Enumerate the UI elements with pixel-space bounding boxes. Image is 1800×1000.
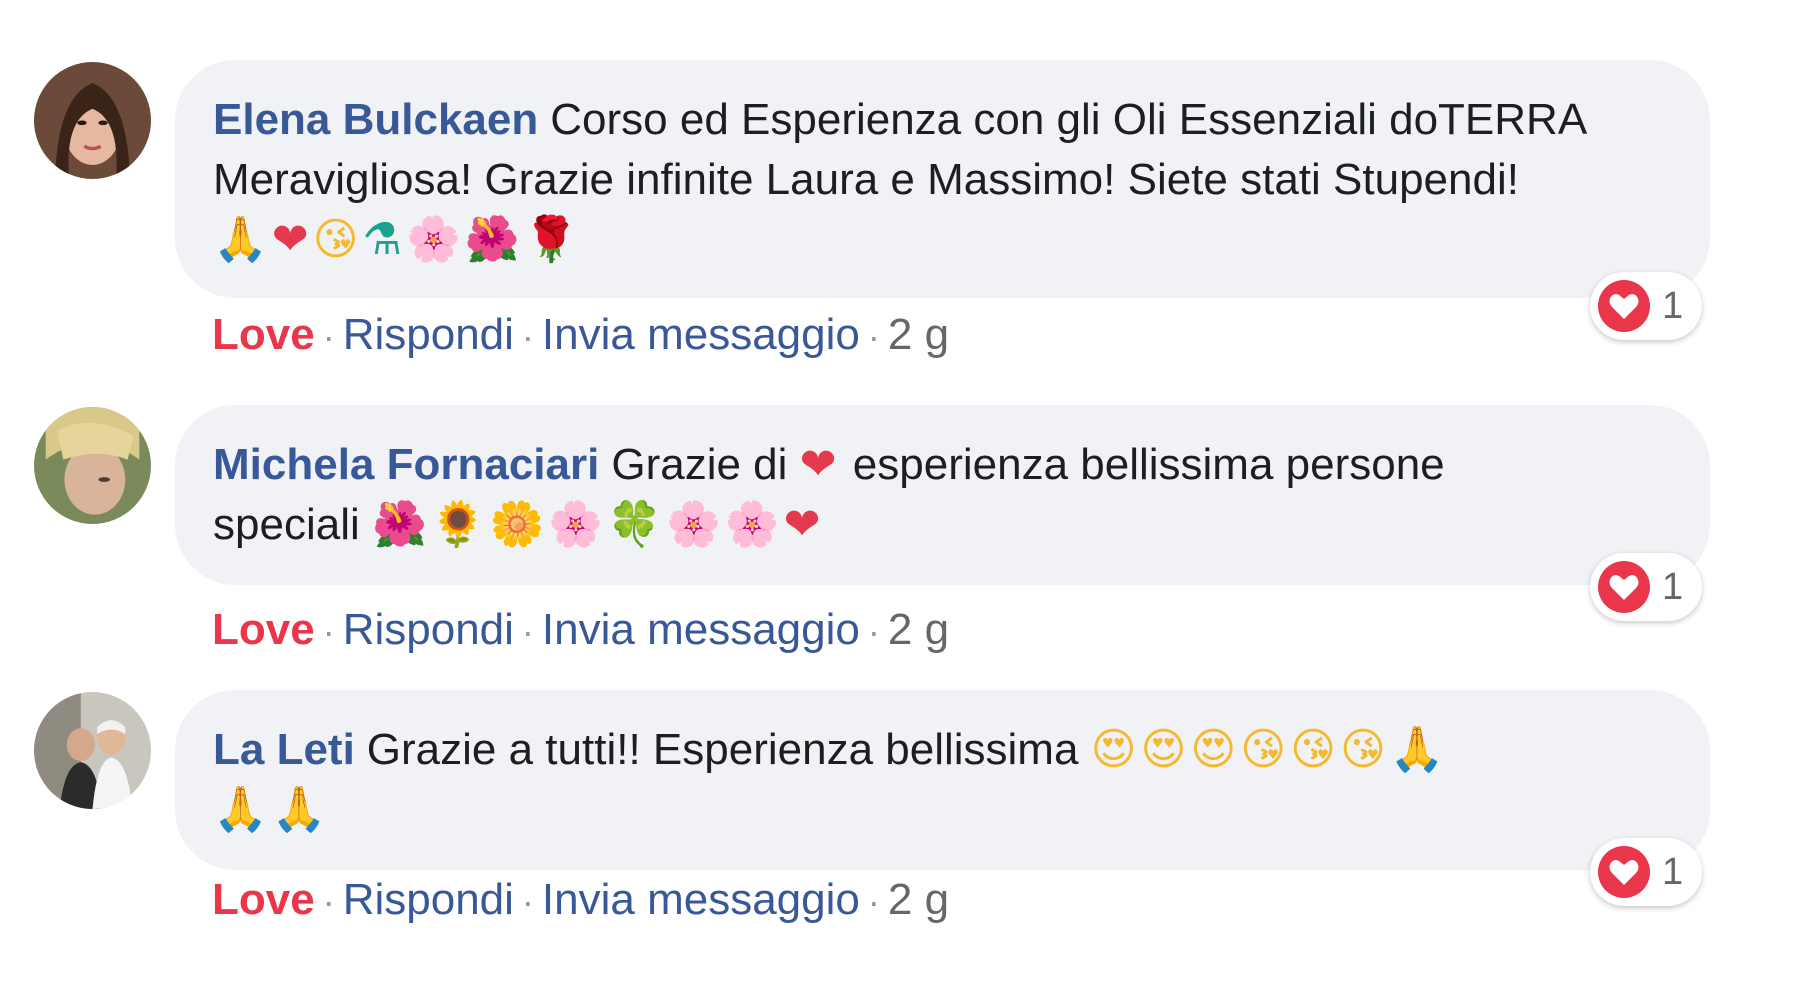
separator: · (322, 611, 335, 652)
heart-eyes-emoji: 😍 (1140, 724, 1191, 775)
heart-reaction-icon (1598, 846, 1650, 898)
heart-emoji: ❤ (783, 499, 825, 550)
kiss-face-emoji: 😘 (1340, 724, 1390, 775)
timestamp[interactable]: 2 g (888, 310, 949, 359)
kiss-face-emoji: 😘 (312, 214, 363, 265)
reaction-count: 1 (1662, 284, 1684, 327)
avatar[interactable] (34, 407, 151, 524)
kiss-face-emoji: 😘 (1240, 724, 1291, 775)
heart-emoji: ❤ (271, 214, 313, 265)
heart-eyes-emoji: 😍 (1190, 724, 1241, 775)
author-name[interactable]: Michela Fornaciari (213, 440, 599, 489)
heart-reaction-icon (1598, 280, 1650, 332)
folded-hands-emoji: 🙏 (213, 784, 272, 835)
emoji-row: 🙏🙏 (213, 780, 1672, 840)
comment-text: Grazie di (611, 440, 788, 489)
cherry-blossom-emoji: 🌸 (548, 499, 608, 550)
reply-button[interactable]: Rispondi (343, 605, 514, 654)
heart-reaction-icon (1598, 561, 1650, 613)
comment-text: Grazie a tutti!! Esperienza bellissima (366, 725, 1079, 774)
comment-text-line: speciali 🌺🌻🌼🌸🍀🌸🌸❤ (213, 495, 1672, 555)
author-name[interactable]: La Leti (213, 725, 355, 774)
comment-bubble: La Leti Grazie a tutti!! Esperienza belli… (175, 690, 1710, 870)
folded-hands-emoji: 🙏 (271, 784, 331, 835)
reply-button[interactable]: Rispondi (343, 310, 514, 359)
timestamp[interactable]: 2 g (888, 875, 949, 924)
love-button[interactable]: Love (212, 310, 315, 359)
hibiscus-emoji: 🌺 (464, 214, 524, 265)
separator: · (867, 316, 880, 357)
reaction-count: 1 (1662, 850, 1684, 893)
timestamp[interactable]: 2 g (888, 605, 949, 654)
separator: · (322, 881, 335, 922)
separator: · (521, 611, 534, 652)
separator: · (521, 881, 534, 922)
send-message-button[interactable]: Invia messaggio (542, 875, 860, 924)
four-leaf-clover-emoji: 🍀 (607, 499, 666, 550)
separator: · (521, 316, 534, 357)
comment-bubble: Elena Bulckaen Corso ed Esperienza con gl… (175, 60, 1710, 298)
folded-hands-emoji: 🙏 (213, 214, 272, 265)
love-button[interactable]: Love (212, 605, 315, 654)
separator: · (322, 316, 335, 357)
avatar[interactable] (34, 62, 151, 179)
alembic-emoji: ⚗ (362, 214, 406, 265)
send-message-button[interactable]: Invia messaggio (542, 310, 860, 359)
separator: · (867, 611, 880, 652)
love-button[interactable]: Love (212, 875, 315, 924)
comment-actions: Love · Rispondi · Invia messaggio · 2 g (212, 310, 949, 360)
reaction-badge[interactable]: 1 (1590, 272, 1702, 340)
heart-eyes-emoji: 😍 (1090, 724, 1141, 775)
kiss-face-emoji: 😘 (1290, 724, 1341, 775)
folded-hands-emoji: 🙏 (1389, 724, 1449, 775)
heart-emoji: ❤ (799, 439, 841, 490)
separator: · (867, 881, 880, 922)
comment-text: esperienza bellissima persone (852, 440, 1445, 489)
cherry-blossom-emoji: 🌸 (406, 214, 465, 265)
comment-text-line: Elena Bulckaen Corso ed Esperienza con gl… (213, 90, 1672, 150)
avatar-image (34, 692, 151, 809)
send-message-button[interactable]: Invia messaggio (542, 605, 860, 654)
author-name[interactable]: Elena Bulckaen (213, 95, 538, 144)
avatar[interactable] (34, 692, 151, 809)
comment-text: speciali (213, 500, 360, 549)
cherry-blossom-emoji: 🌸 (665, 499, 725, 550)
reaction-badge[interactable]: 1 (1590, 838, 1702, 906)
reaction-badge[interactable]: 1 (1590, 553, 1702, 621)
avatar-image (34, 62, 151, 179)
emoji-row: 🙏❤😘⚗🌸🌺🌹 (213, 210, 1672, 270)
rose-emoji: 🌹 (523, 214, 583, 265)
comment-actions: Love · Rispondi · Invia messaggio · 2 g (212, 875, 949, 925)
comment-text-line: Michela Fornaciari Grazie di ❤ esperienza… (213, 435, 1672, 495)
comments-list: Elena Bulckaen Corso ed Esperienza con gl… (0, 0, 1800, 1000)
comment-bubble: Michela Fornaciari Grazie di ❤ esperienza… (175, 405, 1710, 585)
comment-actions: Love · Rispondi · Invia messaggio · 2 g (212, 605, 949, 655)
blossom-emoji: 🌼 (489, 499, 549, 550)
comment-text-line: La Leti Grazie a tutti!! Esperienza belli… (213, 720, 1672, 780)
sunflower-emoji: 🌻 (430, 499, 490, 550)
hibiscus-emoji: 🌺 (371, 499, 431, 550)
cherry-blossom-emoji: 🌸 (724, 499, 784, 550)
reaction-count: 1 (1662, 565, 1684, 608)
comment-text: Corso ed Esperienza con gli Oli Essenzia… (550, 95, 1588, 144)
comment-text: Meravigliosa! Grazie infinite Laura e Ma… (213, 155, 1519, 204)
reply-button[interactable]: Rispondi (343, 875, 514, 924)
avatar-image (34, 407, 151, 524)
